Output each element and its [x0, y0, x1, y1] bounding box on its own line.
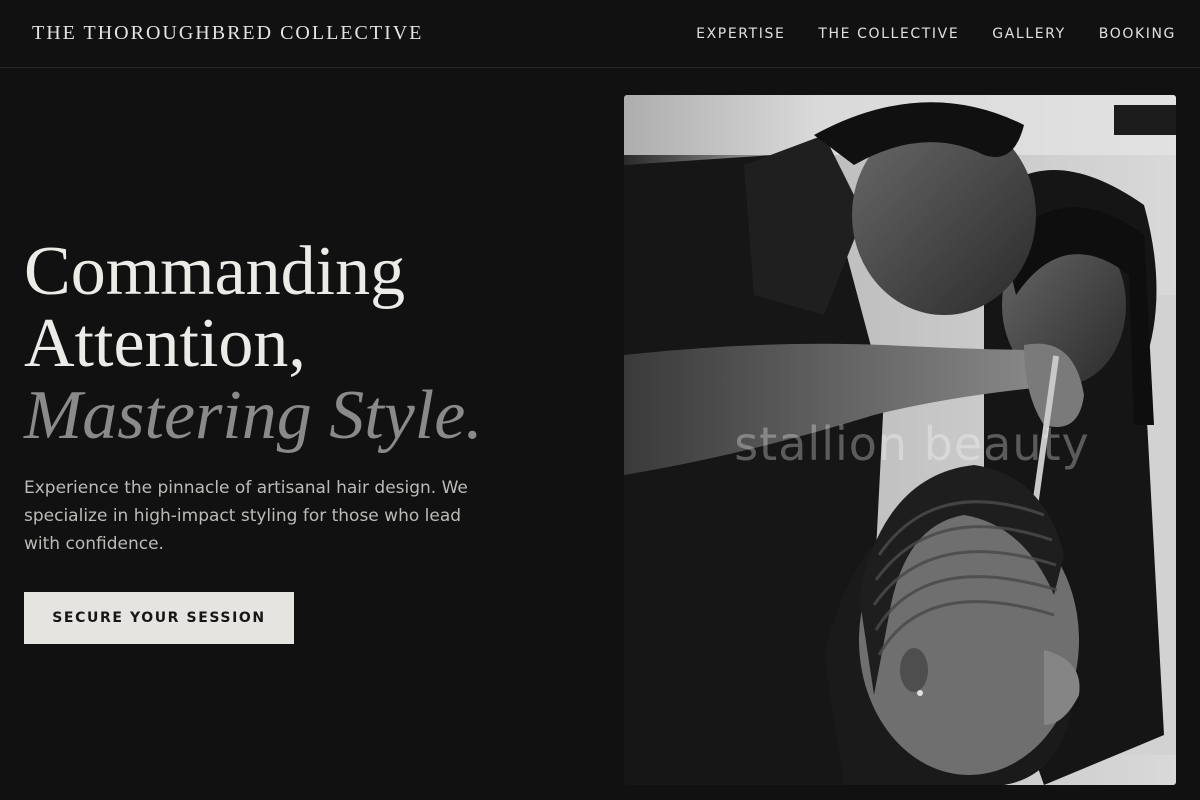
nav-link-expertise[interactable]: EXPERTISE	[696, 26, 785, 42]
secure-session-button[interactable]: SECURE YOUR SESSION	[24, 592, 294, 644]
hero-description: Experience the pinnacle of artisanal hai…	[24, 478, 468, 554]
headline-accent: Mastering Style.	[24, 377, 483, 454]
brand-logo[interactable]: THE THOROUGHBRED COLLECTIVE	[32, 22, 423, 45]
photo-illustration	[624, 95, 1176, 785]
hero-photo: stallion beauty	[624, 95, 1176, 785]
nav-link-the-collective[interactable]: THE COLLECTIVE	[818, 26, 959, 42]
main-nav: EXPERTISE THE COLLECTIVE GALLERY BOOKING	[696, 26, 1176, 42]
hero-section: Commanding Attention, Mastering Style. E…	[24, 236, 584, 644]
nav-link-gallery[interactable]: GALLERY	[992, 26, 1065, 42]
headline-line-2: Attention,	[24, 305, 306, 382]
headline-line-1: Commanding	[24, 233, 406, 310]
nav-link-booking[interactable]: BOOKING	[1099, 26, 1176, 42]
hero-headline: Commanding Attention, Mastering Style.	[24, 236, 584, 452]
site-header: THE THOROUGHBRED COLLECTIVE EXPERTISE TH…	[0, 0, 1200, 68]
